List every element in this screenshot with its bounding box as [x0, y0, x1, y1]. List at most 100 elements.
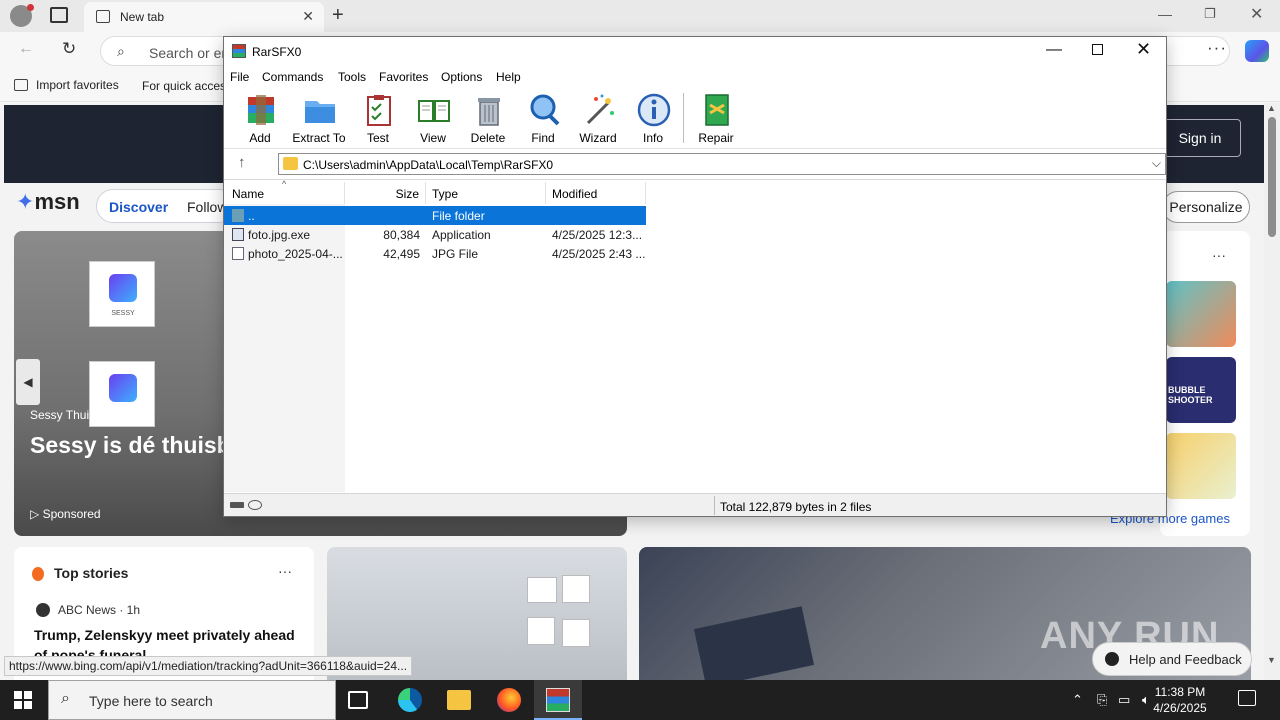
sponsor-name: Sessy Thuisbatterij [30, 408, 132, 422]
edge-taskbar-icon[interactable] [398, 688, 422, 712]
column-type-label: Type [432, 187, 459, 201]
parent-folder-icon [232, 209, 244, 222]
sign-in-button[interactable]: Sign in [1159, 119, 1241, 157]
back-arrow-icon[interactable]: ← [18, 40, 34, 58]
help-and-feedback-button[interactable]: Help and Feedback [1092, 642, 1252, 676]
table-row[interactable]: .. File folder [224, 206, 646, 225]
repair-button[interactable]: Repair [684, 91, 748, 145]
add-button[interactable]: Add [228, 91, 292, 145]
row-size: 80,384 [383, 228, 420, 242]
file-explorer-icon[interactable] [447, 690, 471, 710]
address-bar-text: Search or er [149, 45, 227, 61]
tab-actions-icon[interactable] [50, 7, 68, 23]
column-modified-label: Modified [552, 187, 598, 201]
repair-book-icon [705, 94, 729, 126]
table-row[interactable]: foto.jpg.exe 80,384 Application 4/25/202… [224, 225, 646, 244]
info-button[interactable]: Info [621, 91, 685, 145]
start-windows-icon[interactable] [14, 691, 32, 709]
game-tile-shiba[interactable] [1166, 433, 1236, 499]
menu-favorites[interactable]: Favorites [379, 70, 428, 84]
tab-following[interactable]: Follow [187, 199, 227, 215]
row-name: foto.jpg.exe [248, 228, 311, 242]
game-tile-bubble-shooter[interactable]: BUBBLE SHOOTER [1166, 357, 1236, 423]
winrar-taskbar-button[interactable] [534, 680, 582, 720]
up-one-level-icon[interactable]: ↑ [238, 154, 246, 171]
column-header-modified[interactable]: Modified [546, 182, 646, 204]
menu-help[interactable]: Help [496, 70, 521, 84]
menu-file[interactable]: File [230, 70, 249, 84]
msn-logo[interactable]: ✦msn [16, 189, 80, 215]
scroll-thumb[interactable] [1268, 117, 1276, 237]
page-scrollbar[interactable]: ▲ ▼ [1264, 103, 1280, 680]
system-clock[interactable]: 11:38 PM 4/26/2025 [1140, 684, 1220, 716]
import-icon [14, 79, 28, 91]
clock-time: 11:38 PM [1154, 685, 1206, 699]
file-list[interactable]: ^ Name Size Type Modified .. File folder … [224, 179, 1166, 492]
row-type: File folder [432, 209, 485, 223]
link-status-tooltip: https://www.bing.com/api/v1/mediation/tr… [4, 656, 413, 676]
network-icon[interactable]: ▭ [1118, 692, 1130, 708]
profile-avatar-icon[interactable] [10, 4, 34, 27]
tab-close-icon[interactable]: ✕ [302, 8, 314, 25]
device-label-graphic [693, 606, 815, 680]
game-tile-cartoon[interactable] [1166, 281, 1236, 347]
chevron-down-icon[interactable]: ⌵ [1152, 156, 1161, 171]
folder-icon [283, 157, 298, 170]
table-row[interactable]: photo_2025-04-... 42,495 JPG File 4/25/2… [224, 244, 646, 263]
tray-overflow-chevron-icon[interactable]: ⌃ [1072, 692, 1083, 708]
view-book-icon [418, 100, 450, 122]
winrar-app-icon [232, 44, 246, 58]
column-header-name[interactable]: ^ Name [224, 179, 345, 204]
scroll-down-icon[interactable]: ▼ [1267, 655, 1276, 665]
winrar-title-bar[interactable]: RarSFX0 — ✕ [224, 37, 1166, 65]
task-view-icon[interactable] [348, 691, 368, 709]
games-more-icon[interactable]: ··· [1212, 247, 1226, 263]
maximize-icon[interactable] [1092, 44, 1103, 55]
import-favorites-button[interactable]: Import favorites [14, 78, 119, 92]
new-tab-plus-icon[interactable]: + [332, 4, 344, 27]
notification-center-icon[interactable] [1238, 690, 1256, 706]
reload-icon[interactable]: ↻ [62, 39, 76, 59]
taskbar-search-box[interactable]: ⌕ Type here to search [48, 680, 336, 720]
winrar-title: RarSFX0 [252, 45, 302, 59]
extract-to-button[interactable]: Extract To [287, 91, 351, 145]
scroll-up-icon[interactable]: ▲ [1267, 103, 1276, 113]
tab-new-tab[interactable]: New tab ✕ [84, 2, 324, 32]
drive-icon[interactable] [230, 502, 244, 508]
search-icon: ⌕ [117, 43, 125, 59]
key-icon[interactable] [248, 500, 262, 510]
status-summary: Total 122,879 bytes in 2 files [720, 500, 872, 514]
tab-bar: New tab ✕ + — ❐ ✕ [0, 0, 1280, 32]
minimize-icon[interactable]: — [1046, 41, 1062, 59]
browser-restore-icon[interactable]: ❐ [1204, 6, 1216, 22]
carousel-prev-button[interactable]: ◀ [16, 359, 40, 405]
column-header-type[interactable]: Type [426, 182, 546, 204]
menu-options[interactable]: Options [441, 70, 482, 84]
winrar-status-bar: Total 122,879 bytes in 2 files [224, 493, 1166, 516]
row-modified: 4/25/2025 2:43 ... [552, 247, 646, 261]
sort-caret-icon: ^ [282, 179, 287, 189]
image-file-icon [232, 247, 244, 260]
menu-tools[interactable]: Tools [338, 70, 366, 84]
browser-close-icon[interactable]: ✕ [1250, 4, 1263, 24]
tab-discover[interactable]: Discover [109, 199, 168, 215]
path-combobox[interactable]: C:\Users\admin\AppData\Local\Temp\RarSFX… [278, 153, 1166, 175]
sessy-tile-label: SESSY [111, 310, 135, 317]
close-icon[interactable]: ✕ [1136, 39, 1151, 60]
network-device-icon[interactable]: ⎘ [1097, 692, 1107, 708]
new-tab-page-icon [96, 10, 110, 23]
top-stories-more-icon[interactable]: ··· [278, 563, 292, 579]
row-type: JPG File [432, 247, 479, 261]
copilot-icon[interactable] [1245, 40, 1269, 62]
browser-minimize-icon[interactable]: — [1158, 6, 1172, 22]
story-source: ABC News · 1h [58, 603, 141, 617]
firefox-icon[interactable] [497, 688, 521, 712]
personalize-button[interactable]: Personalize [1162, 191, 1250, 223]
column-header-size[interactable]: Size [345, 182, 426, 204]
row-type: Application [432, 228, 491, 242]
menu-commands[interactable]: Commands [262, 70, 323, 84]
more-options-icon[interactable]: ··· [1207, 38, 1227, 58]
notification-dot [27, 4, 34, 11]
row-modified: 4/25/2025 12:3... [552, 228, 643, 242]
windows-taskbar: ⌕ Type here to search ⌃ ⎘ ▭ 🔈︎ 11:38 PM … [0, 680, 1280, 720]
